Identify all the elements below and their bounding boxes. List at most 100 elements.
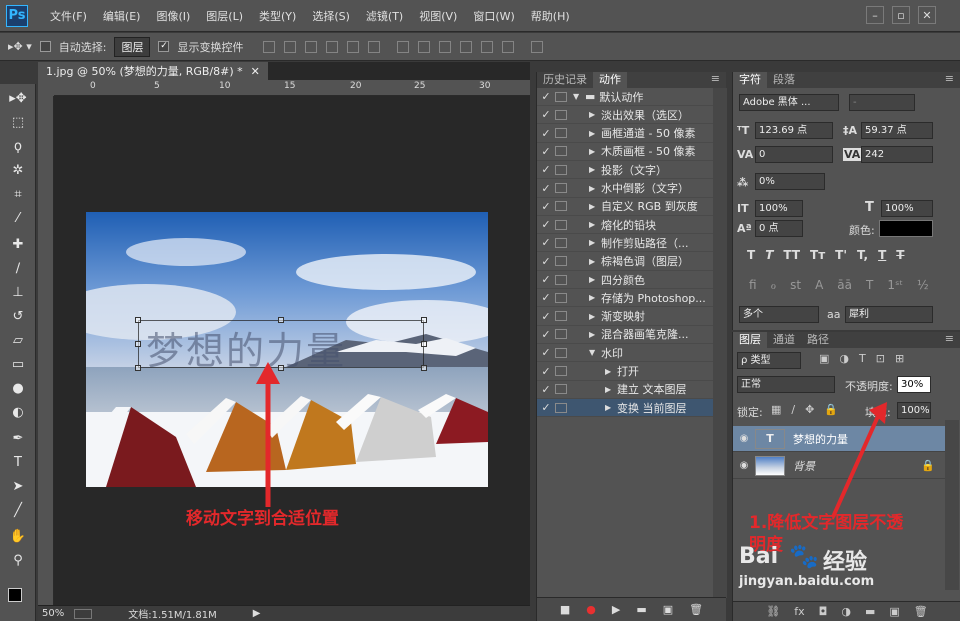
font-size-field[interactable]: 123.69 点 bbox=[755, 122, 833, 139]
play-icon[interactable]: ▶ bbox=[612, 603, 620, 616]
action-enabled-check-icon[interactable]: ✓ bbox=[537, 218, 555, 231]
type-tool-icon[interactable]: T bbox=[8, 452, 28, 472]
new-set-icon[interactable]: ▬ bbox=[636, 603, 646, 616]
underline-button[interactable]: T bbox=[878, 248, 886, 262]
menu-image[interactable]: 图像(I) bbox=[148, 8, 198, 24]
action-enabled-check-icon[interactable]: ✓ bbox=[537, 383, 555, 396]
dialog-toggle-box[interactable] bbox=[555, 201, 567, 212]
restore-button[interactable]: ▫ bbox=[892, 6, 910, 24]
action-enabled-check-icon[interactable]: ✓ bbox=[537, 365, 555, 378]
tab-actions[interactable]: 动作 bbox=[593, 72, 627, 88]
vertical-ruler[interactable] bbox=[38, 96, 54, 607]
transform-bounding-box[interactable] bbox=[138, 320, 424, 368]
expand-triangle-icon[interactable]: ▶ bbox=[589, 238, 601, 247]
dialog-toggle-box[interactable] bbox=[555, 164, 567, 175]
dialog-toggle-box[interactable] bbox=[555, 128, 567, 139]
action-row[interactable]: ✓ ▼ 水印 bbox=[537, 344, 713, 363]
subscript-button[interactable]: T, bbox=[857, 248, 868, 262]
delete-layer-icon[interactable]: 🗑 bbox=[914, 605, 928, 618]
action-enabled-check-icon[interactable]: ✓ bbox=[537, 163, 555, 176]
superscript-button[interactable]: T' bbox=[835, 248, 847, 262]
action-row[interactable]: ✓ ▶ 画框通道 - 50 像素 bbox=[537, 125, 713, 143]
tsume-field[interactable]: 0% bbox=[755, 173, 825, 190]
action-enabled-check-icon[interactable]: ✓ bbox=[537, 236, 555, 249]
action-row[interactable]: ✓ ▶ 水中倒影（文字） bbox=[537, 180, 713, 198]
fraction-icon[interactable]: ½ bbox=[917, 278, 929, 292]
stylistic-icon[interactable]: st bbox=[790, 278, 801, 292]
strikethrough-button[interactable]: T bbox=[896, 248, 904, 262]
distribute-right-icon[interactable] bbox=[502, 40, 515, 53]
action-row[interactable]: ✓ ▶ 打开 bbox=[537, 363, 713, 381]
dialog-toggle-box[interactable] bbox=[555, 256, 567, 267]
action-enabled-check-icon[interactable]: ✓ bbox=[537, 291, 555, 304]
expand-triangle-icon[interactable]: ▶ bbox=[589, 129, 601, 138]
expand-triangle-icon[interactable]: ▶ bbox=[589, 202, 601, 211]
transform-handle[interactable] bbox=[135, 317, 141, 323]
minimize-button[interactable]: – bbox=[866, 6, 884, 24]
action-row[interactable]: ✓ ▶ 混合器画笔克隆... bbox=[537, 326, 713, 344]
magic-wand-icon[interactable]: ✲ bbox=[8, 160, 28, 180]
layer-filter-select[interactable]: ρ 类型 bbox=[737, 352, 801, 369]
adjustment-filter-icon[interactable]: ◑ bbox=[839, 352, 849, 365]
expand-triangle-icon[interactable]: ▶ bbox=[589, 165, 601, 174]
distribute-top-icon[interactable] bbox=[397, 40, 410, 53]
dialog-toggle-box[interactable] bbox=[555, 366, 567, 376]
healing-brush-icon[interactable]: ✚ bbox=[8, 234, 28, 254]
expand-triangle-icon[interactable]: ▶ bbox=[605, 385, 617, 394]
distribute-bottom-icon[interactable] bbox=[439, 40, 452, 53]
tab-character[interactable]: 字符 bbox=[733, 72, 767, 88]
panel-menu-icon[interactable]: ≡ bbox=[945, 72, 960, 88]
all-caps-button[interactable]: TT bbox=[783, 248, 800, 262]
horizontal-scale-field[interactable]: 100% bbox=[881, 200, 933, 217]
dialog-toggle-box[interactable] bbox=[555, 311, 567, 322]
align-right-icon[interactable] bbox=[368, 40, 381, 53]
antialias-select[interactable]: 犀利 bbox=[845, 306, 933, 323]
dialog-toggle-box[interactable] bbox=[555, 91, 567, 102]
menu-file[interactable]: 文件(F) bbox=[42, 8, 95, 24]
action-enabled-check-icon[interactable]: ✓ bbox=[537, 310, 555, 323]
smart-object-filter-icon[interactable]: ⊞ bbox=[895, 352, 904, 365]
tracking-field[interactable]: 242 bbox=[861, 146, 933, 163]
pixel-filter-icon[interactable]: ▣ bbox=[819, 352, 829, 365]
expand-triangle-icon[interactable]: ▶ bbox=[589, 110, 601, 119]
dialog-toggle-box[interactable] bbox=[555, 329, 567, 340]
action-row[interactable]: ✓ ▶ 存储为 Photoshop... bbox=[537, 289, 713, 308]
status-menu-arrow-icon[interactable]: ▶ bbox=[253, 608, 261, 619]
lock-position-icon[interactable]: ✥ bbox=[805, 403, 814, 416]
menu-window[interactable]: 窗口(W) bbox=[465, 8, 522, 24]
close-button[interactable]: ✕ bbox=[918, 6, 936, 24]
contextual-icon[interactable]: āā bbox=[837, 278, 852, 292]
move-tool-icon[interactable]: ▸✥ bbox=[8, 88, 28, 108]
font-family-select[interactable]: Adobe 黑体 ... bbox=[739, 94, 839, 111]
action-enabled-check-icon[interactable]: ✓ bbox=[537, 328, 555, 341]
action-row[interactable]: ✓ ▶ 渐变映射 bbox=[537, 308, 713, 326]
action-enabled-check-icon[interactable]: ✓ bbox=[537, 346, 555, 359]
lock-transparent-icon[interactable]: ▦ bbox=[771, 403, 781, 416]
action-row[interactable]: ✓ ▶ 制作剪贴路径（... bbox=[537, 234, 713, 253]
stop-icon[interactable]: ■ bbox=[560, 603, 570, 616]
dialog-toggle-box[interactable] bbox=[555, 274, 567, 285]
new-action-icon[interactable]: ▣ bbox=[663, 603, 673, 616]
path-select-icon[interactable]: ➤ bbox=[8, 476, 28, 496]
opacity-field[interactable]: 30% bbox=[897, 376, 931, 393]
stamp-tool-icon[interactable]: ⊥ bbox=[8, 282, 28, 302]
expand-triangle-icon[interactable]: ▶ bbox=[589, 293, 601, 302]
text-color-swatch[interactable] bbox=[879, 220, 933, 237]
transform-handle[interactable] bbox=[421, 365, 427, 371]
dialog-toggle-box[interactable] bbox=[555, 347, 567, 358]
auto-select-checkbox[interactable] bbox=[39, 41, 51, 52]
dialog-toggle-box[interactable] bbox=[555, 183, 567, 193]
transform-handle[interactable] bbox=[278, 317, 284, 323]
tab-paragraph[interactable]: 段落 bbox=[767, 72, 801, 88]
blend-mode-select[interactable]: 正常 bbox=[737, 376, 835, 393]
lock-image-icon[interactable]: ∕ bbox=[791, 403, 795, 416]
menu-type[interactable]: 类型(Y) bbox=[251, 8, 304, 24]
action-enabled-check-icon[interactable]: ✓ bbox=[537, 200, 555, 213]
link-layers-icon[interactable]: ⛓ bbox=[766, 605, 780, 618]
menu-edit[interactable]: 编辑(E) bbox=[95, 8, 149, 24]
foreground-color-swatch[interactable] bbox=[8, 588, 22, 602]
language-select[interactable]: 多个 bbox=[739, 306, 819, 323]
menu-view[interactable]: 视图(V) bbox=[411, 8, 465, 24]
fill-field[interactable]: 100% bbox=[897, 402, 931, 419]
action-row[interactable]: ✓ ▶ 棕褐色调（图层） bbox=[537, 253, 713, 271]
